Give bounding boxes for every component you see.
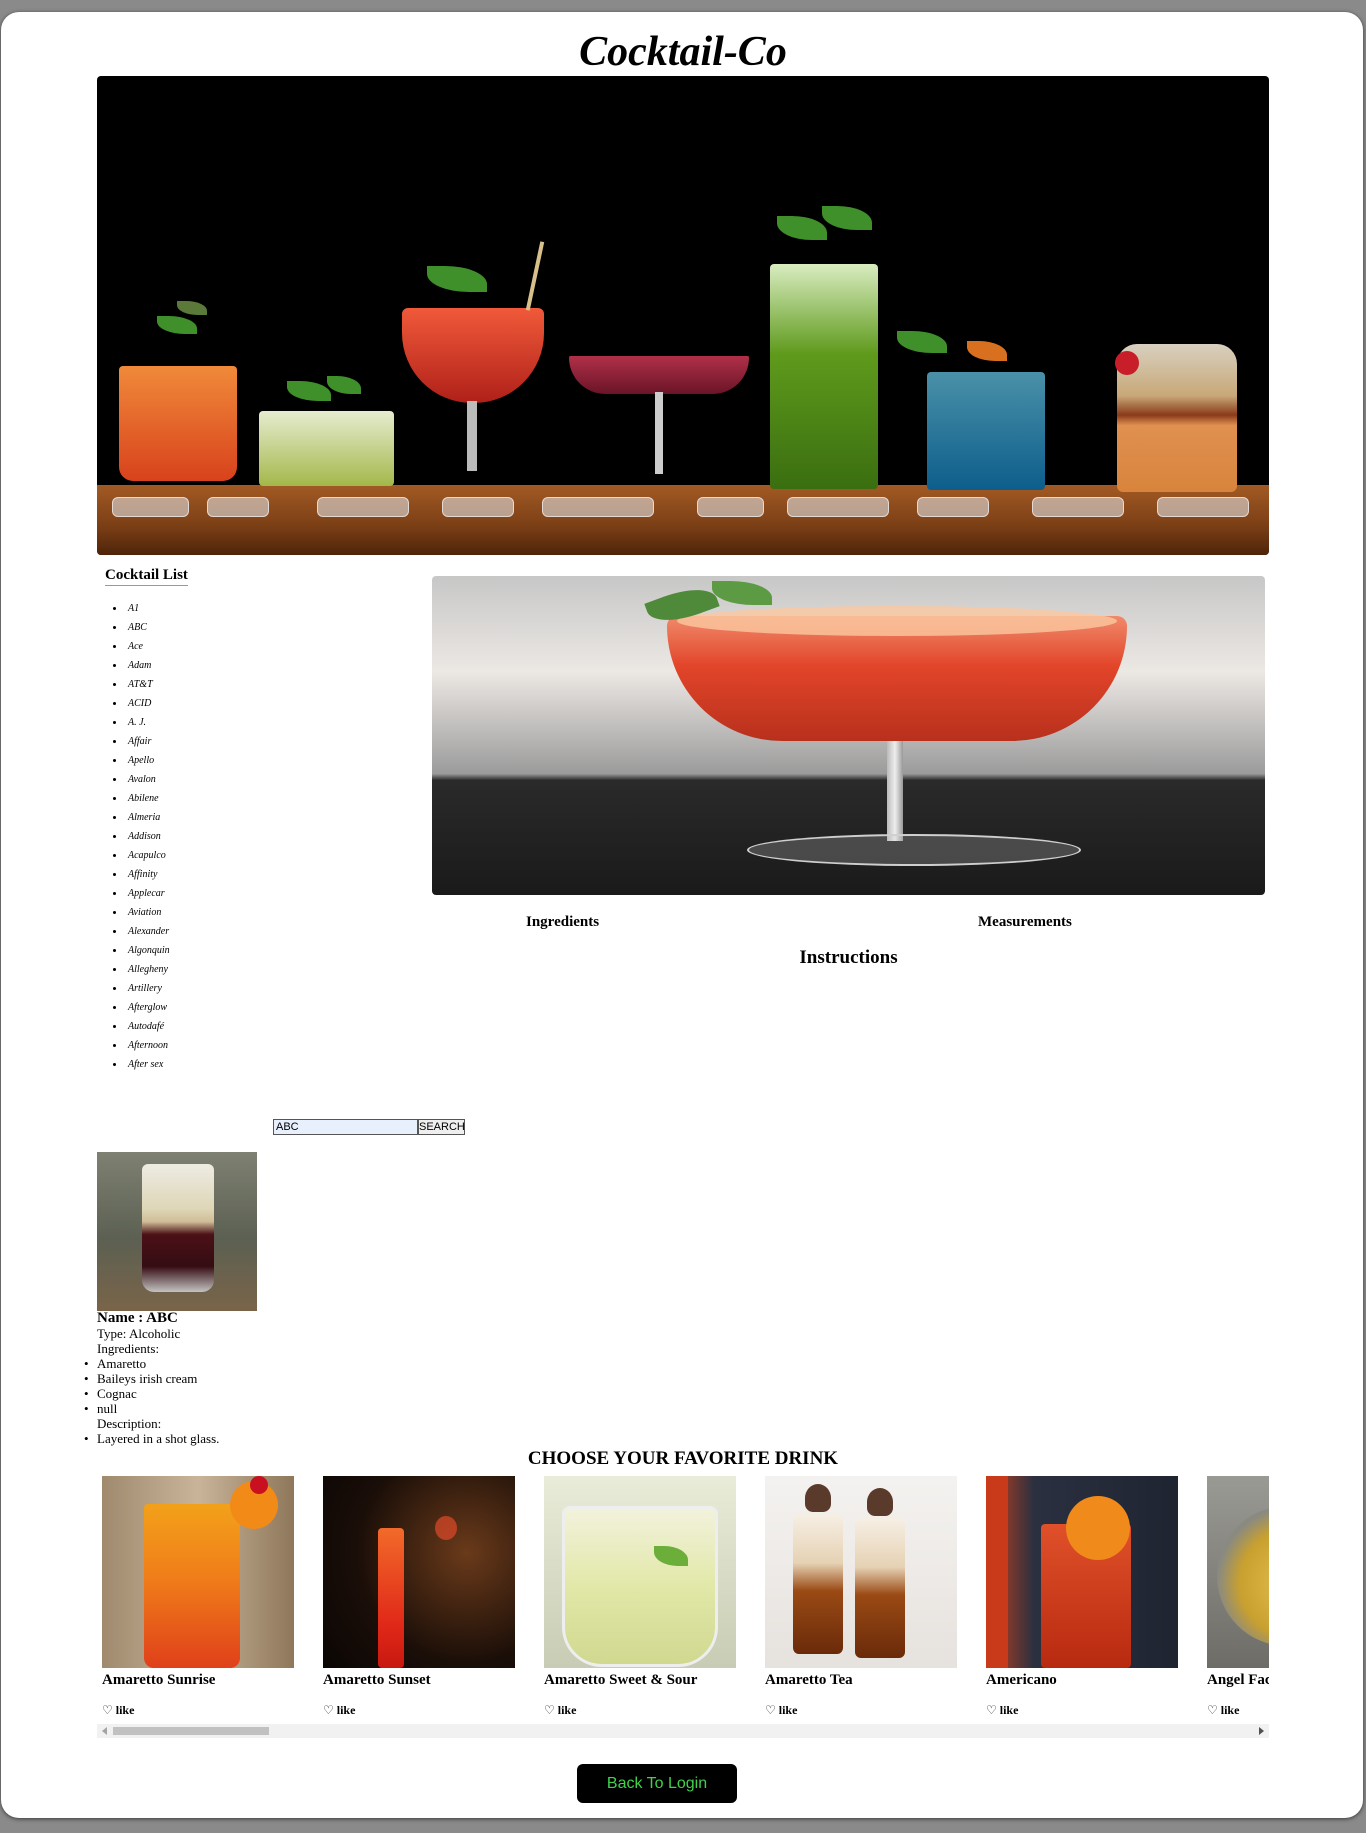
measurements-heading: Measurements — [978, 914, 1072, 930]
like-button[interactable]: ♡ like — [1207, 1703, 1269, 1718]
like-button[interactable]: ♡ like — [765, 1703, 957, 1718]
result-ingredients-list: Amaretto Baileys irish cream Cognac null — [84, 1356, 219, 1416]
hero-banner-image — [97, 76, 1269, 555]
cocktail-list-item[interactable]: A. J. — [125, 713, 170, 732]
cocktail-list-item[interactable]: Acapulco — [125, 846, 170, 865]
cocktail-list-title: Cocktail List — [105, 567, 188, 586]
cocktail-list-item[interactable]: Abilene — [125, 789, 170, 808]
drink-card[interactable]: Americano ♡ like — [986, 1476, 1178, 1718]
result-description-label: Description: — [97, 1416, 162, 1431]
drink-card[interactable]: Amaretto Sweet & Sour ♡ like — [544, 1476, 736, 1718]
cocktail-list-item[interactable]: Ace — [125, 637, 170, 656]
instructions-heading: Instructions — [799, 947, 898, 968]
carousel-scrollbar[interactable] — [97, 1724, 1269, 1738]
result-drink-image — [97, 1152, 257, 1311]
drink-name: Amaretto Sunset — [323, 1672, 431, 1688]
result-ingredient: Amaretto — [84, 1356, 219, 1371]
result-ingredient: Baileys irish cream — [84, 1371, 219, 1386]
cocktail-list-item[interactable]: Afterglow — [125, 998, 170, 1017]
cocktail-list-item[interactable]: Autodafé — [125, 1017, 170, 1036]
cocktail-list-item[interactable]: Algonquin — [125, 941, 170, 960]
cocktail-list-item[interactable]: Aviation — [125, 903, 170, 922]
cocktail-list-item[interactable]: AT&T — [125, 675, 170, 694]
drink-image[interactable] — [986, 1476, 1178, 1668]
cocktail-list-item[interactable]: Alexander — [125, 922, 170, 941]
cocktail-list-item[interactable]: Applecar — [125, 884, 170, 903]
cocktail-list-item[interactable]: Adam — [125, 656, 170, 675]
drink-card[interactable]: Amaretto Sunrise ♡ like — [102, 1476, 294, 1718]
favorites-carousel[interactable]: Amaretto Sunrise ♡ like Amaretto Sunset … — [97, 1476, 1269, 1738]
cocktail-list-item[interactable]: After sex — [125, 1055, 170, 1074]
drink-image[interactable] — [765, 1476, 957, 1668]
cocktail-list-item[interactable]: Afternoon — [125, 1036, 170, 1055]
drink-card[interactable]: Angel Face ♡ like — [1207, 1476, 1269, 1718]
drink-image[interactable] — [544, 1476, 736, 1668]
result-ingredient: null — [84, 1401, 219, 1416]
drink-name: Americano — [986, 1672, 1057, 1688]
like-button[interactable]: ♡ like — [102, 1703, 294, 1718]
cocktail-list-item[interactable]: A1 — [125, 599, 170, 618]
result-ingredients-label: Ingredients: — [97, 1341, 160, 1356]
search-button[interactable]: SEARCH — [418, 1119, 465, 1135]
drink-name: Amaretto Sweet & Sour — [544, 1672, 698, 1688]
drink-card[interactable]: Amaretto Tea ♡ like — [765, 1476, 957, 1718]
result-ingredient: Cognac — [84, 1386, 219, 1401]
drink-name: Angel Face — [1207, 1672, 1269, 1688]
cocktail-list-item[interactable]: ACID — [125, 694, 170, 713]
drink-image[interactable] — [102, 1476, 294, 1668]
page-title: Cocktail-Co — [579, 29, 787, 75]
scroll-left-icon[interactable] — [102, 1727, 107, 1735]
like-button[interactable]: ♡ like — [544, 1703, 736, 1718]
drink-name: Amaretto Tea — [765, 1672, 853, 1688]
cocktail-list-item[interactable]: ABC — [125, 618, 170, 637]
cocktail-list-item[interactable]: Almeria — [125, 808, 170, 827]
favorites-title: CHOOSE YOUR FAVORITE DRINK — [527, 1448, 839, 1469]
cocktail-list-item[interactable]: Affair — [125, 732, 170, 751]
cocktail-list-item[interactable]: Addison — [125, 827, 170, 846]
scrollbar-thumb[interactable] — [113, 1727, 269, 1735]
drink-card[interactable]: Amaretto Sunset ♡ like — [323, 1476, 515, 1718]
cocktail-list-item[interactable]: Avalon — [125, 770, 170, 789]
ingredients-heading: Ingredients — [526, 914, 600, 930]
result-description: Layered in a shot glass. — [84, 1431, 219, 1446]
cocktail-list-item[interactable]: Apello — [125, 751, 170, 770]
search-input[interactable] — [273, 1119, 418, 1135]
search-result-info: Name : ABC Type: Alcoholic Ingredients: … — [84, 1310, 219, 1447]
drink-image[interactable] — [1207, 1476, 1269, 1668]
cocktail-list-item[interactable]: Artillery — [125, 979, 170, 998]
drink-image[interactable] — [323, 1476, 515, 1668]
scroll-right-icon[interactable] — [1259, 1727, 1264, 1735]
result-name: Name : ABC — [97, 1310, 178, 1326]
like-button[interactable]: ♡ like — [323, 1703, 515, 1718]
drink-name: Amaretto Sunrise — [102, 1672, 216, 1688]
cocktail-list-item[interactable]: Allegheny — [125, 960, 170, 979]
cocktail-detail-image — [432, 576, 1265, 895]
result-description-list: Layered in a shot glass. — [84, 1431, 219, 1446]
cocktail-list-item[interactable]: Affinity — [125, 865, 170, 884]
cocktail-list: A1 ABC Ace Adam AT&T ACID A. J. Affair A… — [105, 599, 170, 1074]
like-button[interactable]: ♡ like — [986, 1703, 1178, 1718]
back-to-login-button[interactable]: Back To Login — [577, 1764, 737, 1803]
result-type: Type: Alcoholic — [97, 1326, 181, 1341]
